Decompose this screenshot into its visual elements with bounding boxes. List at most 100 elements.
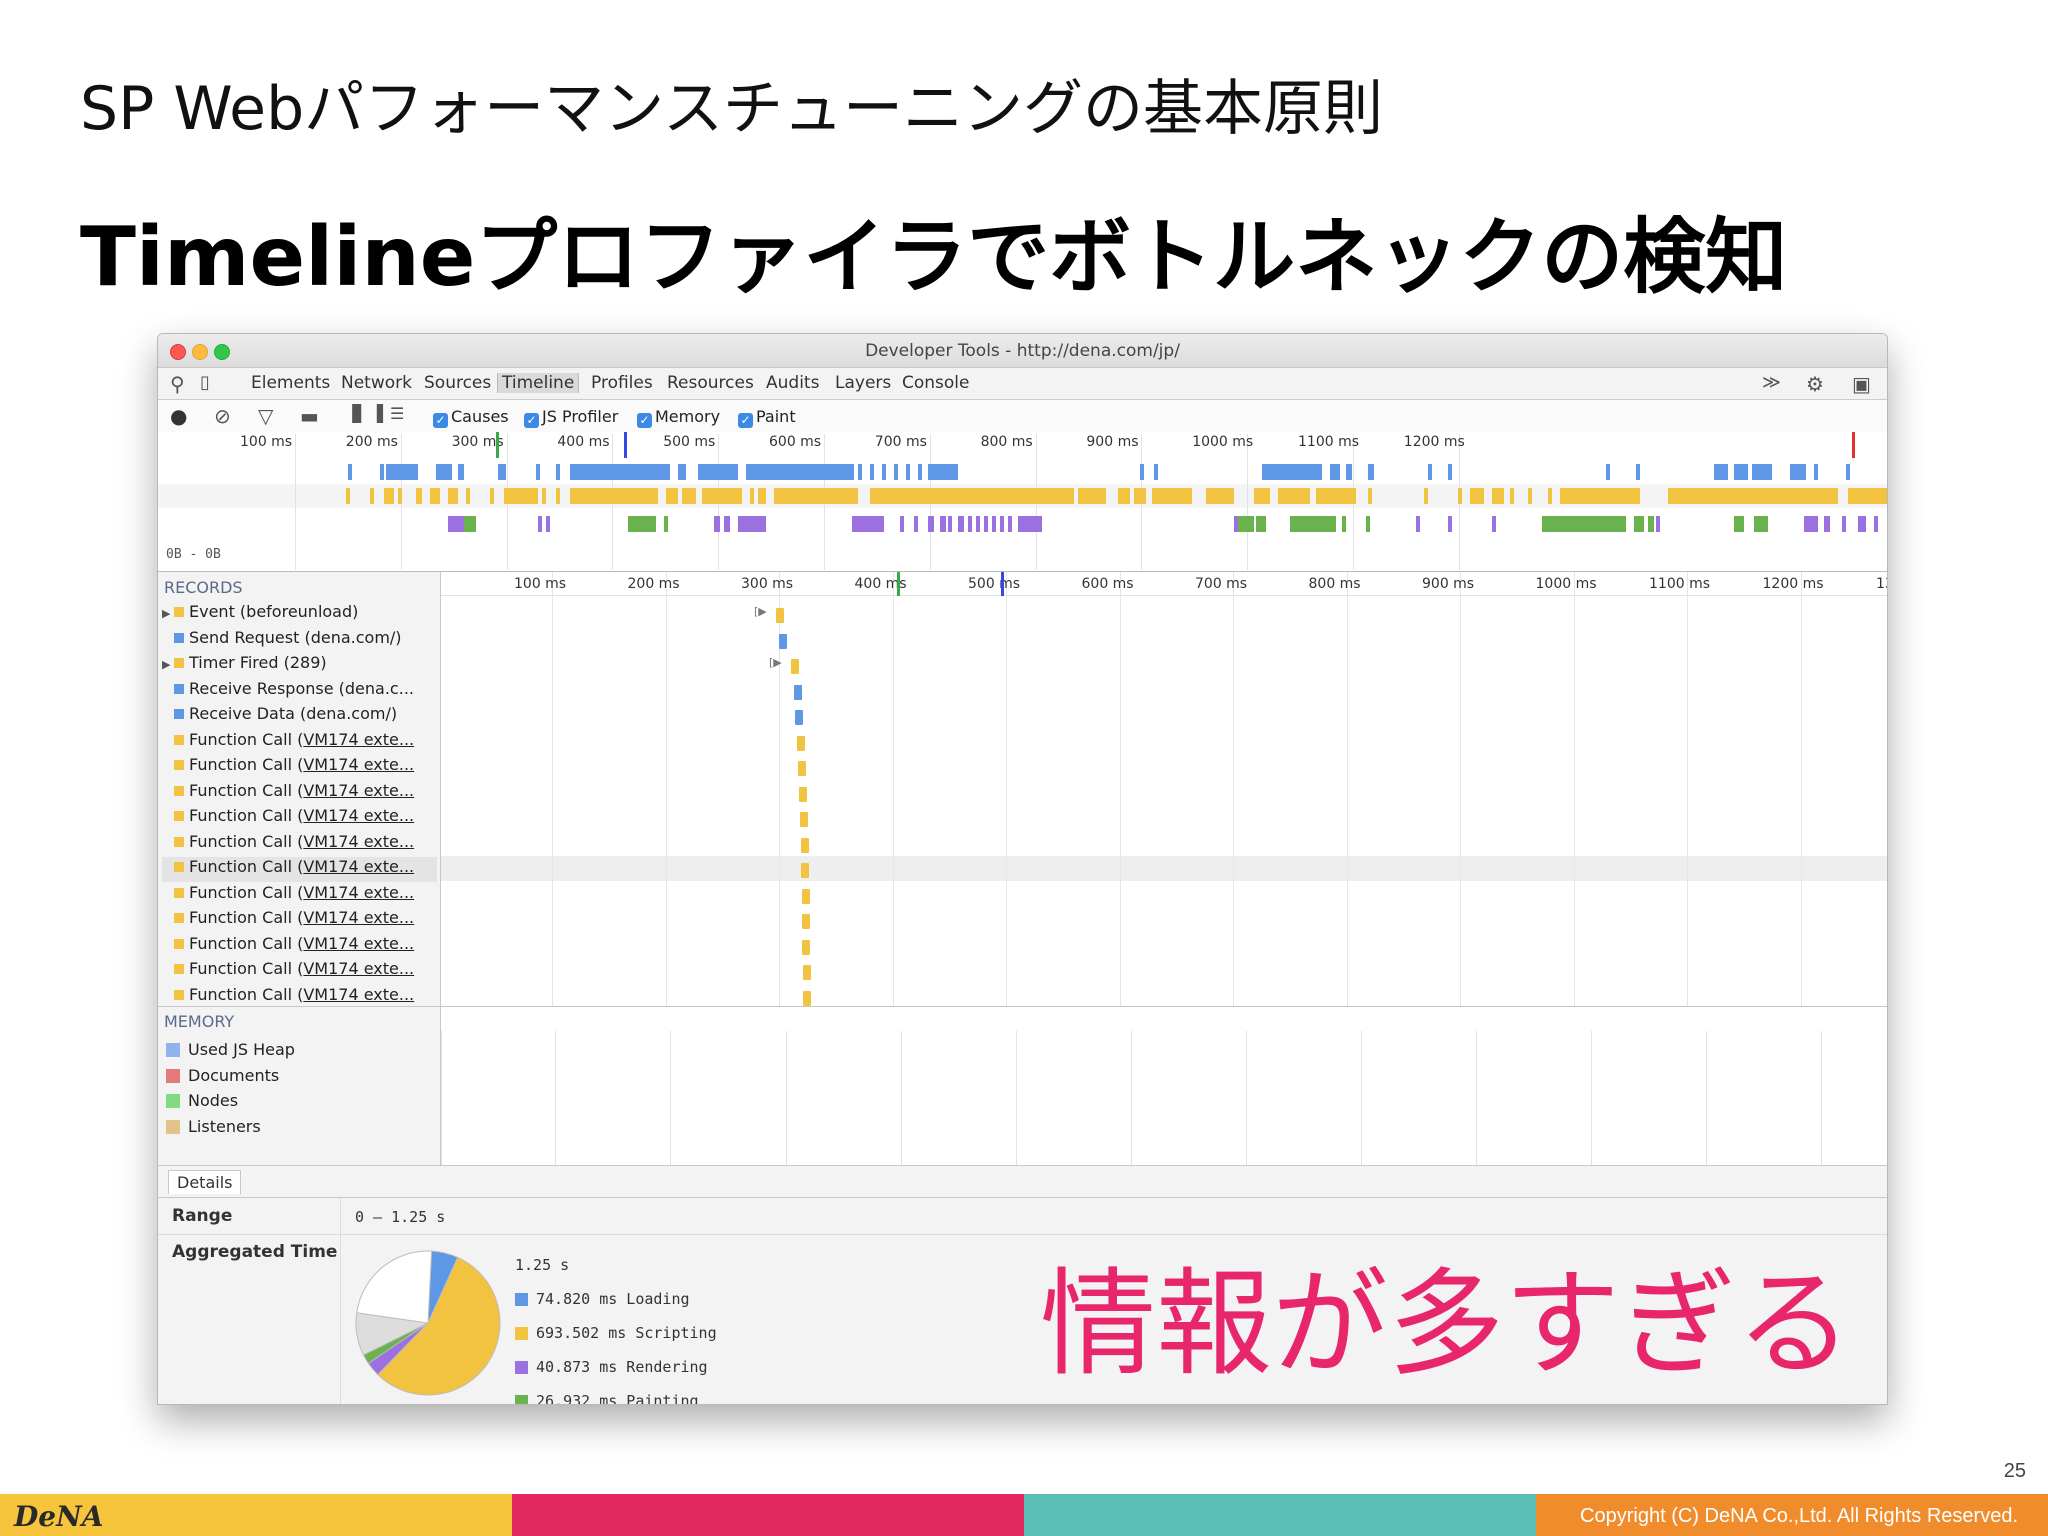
record-row[interactable]: Function Call (VM174 exte... (162, 781, 437, 806)
record-row[interactable]: Send Request (dena.com/) (162, 628, 437, 653)
record-source-link[interactable]: VM174 exte... (303, 806, 414, 825)
record-bar[interactable] (800, 812, 808, 827)
record-row[interactable]: Function Call (VM174 exte... (162, 908, 437, 933)
record-bar[interactable] (801, 837, 809, 853)
record-source-link[interactable]: VM174 exte... (303, 832, 414, 851)
gear-icon[interactable]: ⚙ (1806, 372, 1824, 396)
record-source-link[interactable]: VM174 exte... (303, 908, 414, 927)
record-row[interactable]: Function Call (VM174 exte... (162, 857, 437, 882)
filter-icon[interactable]: ▽ (258, 404, 273, 428)
tab-profiles[interactable]: Profiles (591, 373, 653, 393)
record-bar[interactable] (803, 965, 811, 980)
legend-scripting-text: 693.502 ms Scripting (536, 1324, 717, 1342)
memory-checkbox[interactable]: ✓ Memory (637, 407, 720, 428)
device-icon[interactable]: ▯ (200, 372, 210, 393)
record-bar[interactable] (795, 710, 803, 725)
memory-item-documents[interactable]: Documents (166, 1066, 279, 1085)
record-source-link[interactable]: VM174 exte... (303, 781, 414, 800)
memory-item-listeners[interactable]: Listeners (166, 1117, 261, 1136)
record-source-link[interactable]: VM174 exte... (303, 934, 414, 953)
expand-bar-icon[interactable]: [▶ (754, 605, 767, 618)
tab-audits[interactable]: Audits (766, 373, 819, 393)
overview-rendering-segment (1656, 516, 1660, 532)
record-bar[interactable] (794, 684, 802, 700)
legend-painting: 26.932 ms Painting (515, 1392, 699, 1404)
record-row[interactable]: Function Call (VM174 exte... (162, 959, 437, 984)
memory-item-nodes[interactable]: Nodes (166, 1091, 238, 1110)
overview-loading-segment (1154, 464, 1158, 480)
details-tab[interactable]: Details (168, 1170, 242, 1194)
tab-layers[interactable]: Layers (835, 373, 891, 393)
overview-tick-label: 100 ms (240, 434, 293, 450)
record-bar[interactable] (779, 633, 787, 649)
tab-network[interactable]: Network (341, 373, 412, 393)
tab-resources[interactable]: Resources (667, 373, 754, 393)
record-row[interactable]: Function Call (VM174 exte... (162, 755, 437, 780)
record-row[interactable]: Receive Response (dena.c... (162, 679, 437, 704)
legend-rendering: 40.873 ms Rendering (515, 1358, 708, 1376)
memory-gridline (1131, 1031, 1132, 1166)
record-source-link[interactable]: VM174 exte... (303, 959, 414, 978)
record-source-link[interactable]: VM174 exte... (303, 755, 414, 774)
record-bar[interactable] (776, 608, 784, 623)
record-bar[interactable] (791, 659, 799, 674)
overview-rendering-segment (1842, 516, 1846, 532)
frames-mode-icon[interactable]: ☰ (390, 404, 404, 423)
console-drawer-icon[interactable]: ≫ (1762, 372, 1781, 393)
overview-scripting-segment (1470, 488, 1484, 504)
record-row[interactable]: Function Call (VM174 exte... (162, 934, 437, 959)
overview-loading-segment (458, 464, 464, 480)
tab-elements[interactable]: Elements (251, 373, 330, 393)
record-row[interactable]: ▶ Event (beforeunload) (162, 602, 437, 627)
causes-checkbox[interactable]: ✓ Causes (433, 407, 509, 428)
record-bar[interactable] (798, 761, 806, 776)
trash-icon[interactable]: ▬ (300, 404, 319, 428)
clear-icon[interactable]: ⊘ (214, 404, 231, 428)
overview-scripting-segment (542, 488, 546, 504)
memory-item-js-heap[interactable]: Used JS Heap (166, 1040, 295, 1059)
overview-scripting-segment (870, 488, 1074, 504)
record-row[interactable]: Function Call (VM174 exte... (162, 832, 437, 857)
record-row[interactable]: Function Call (VM174 exte... (162, 730, 437, 755)
tab-sources[interactable]: Sources (424, 373, 491, 393)
expand-triangle-icon[interactable]: ▶ (162, 658, 174, 671)
record-row[interactable]: Function Call (VM174 exte... (162, 883, 437, 908)
tab-console[interactable]: Console (902, 373, 970, 393)
overview-loading-segment (1330, 464, 1340, 480)
overview-scripting-segment (1560, 488, 1640, 504)
js-profiler-checkbox[interactable]: ✓ JS Profiler (524, 407, 618, 428)
record-bar[interactable] (803, 990, 811, 1006)
record-source-link[interactable]: VM174 exte... (303, 883, 414, 902)
overview-loading-segment (436, 464, 452, 480)
overview-tick-label: 200 ms (345, 434, 398, 450)
record-source-link[interactable]: VM174 exte... (303, 857, 414, 876)
dock-icon[interactable]: ▣ (1852, 372, 1871, 396)
expand-triangle-icon[interactable]: ▶ (162, 607, 174, 620)
overview-scripting-segment (774, 488, 858, 504)
record-source-link[interactable]: VM174 exte... (303, 985, 414, 1004)
search-icon[interactable]: ⚲ (170, 372, 185, 396)
overview-painting-segment (1648, 516, 1654, 532)
overview-scripting-segment (370, 488, 374, 504)
record-source-link[interactable]: VM174 exte... (303, 730, 414, 749)
record-bar[interactable] (801, 863, 809, 878)
record-row[interactable]: Receive Data (dena.com/) (162, 704, 437, 729)
records-timeline[interactable]: 100 ms 200 ms 300 ms 400 ms 500 ms 600 ms 700 … (441, 572, 1887, 1166)
painting-swatch (515, 1395, 528, 1404)
record-bar[interactable] (802, 914, 810, 929)
bars-mode-icon[interactable]: ▐▎▐ (346, 404, 383, 423)
overview-scripting-segment (556, 488, 560, 504)
record-icon[interactable]: ● (170, 404, 187, 428)
record-bar[interactable] (802, 888, 810, 904)
record-row[interactable]: Function Call (VM174 exte... (162, 806, 437, 831)
tab-timeline[interactable]: Timeline (497, 373, 580, 393)
record-bar[interactable] (797, 735, 805, 751)
record-bar[interactable] (799, 786, 807, 802)
overview-rendering-segment (1416, 516, 1420, 532)
record-type-swatch (174, 836, 184, 847)
paint-checkbox[interactable]: ✓ Paint (738, 407, 796, 428)
record-bar[interactable] (802, 939, 810, 955)
expand-bar-icon[interactable]: [▶ (769, 656, 782, 669)
record-row[interactable]: ▶ Timer Fired (289) (162, 653, 437, 678)
timeline-overview[interactable]: 0B - 0B 100 ms 200 ms 300 ms 400 ms 500 ms 60… (158, 432, 1887, 572)
